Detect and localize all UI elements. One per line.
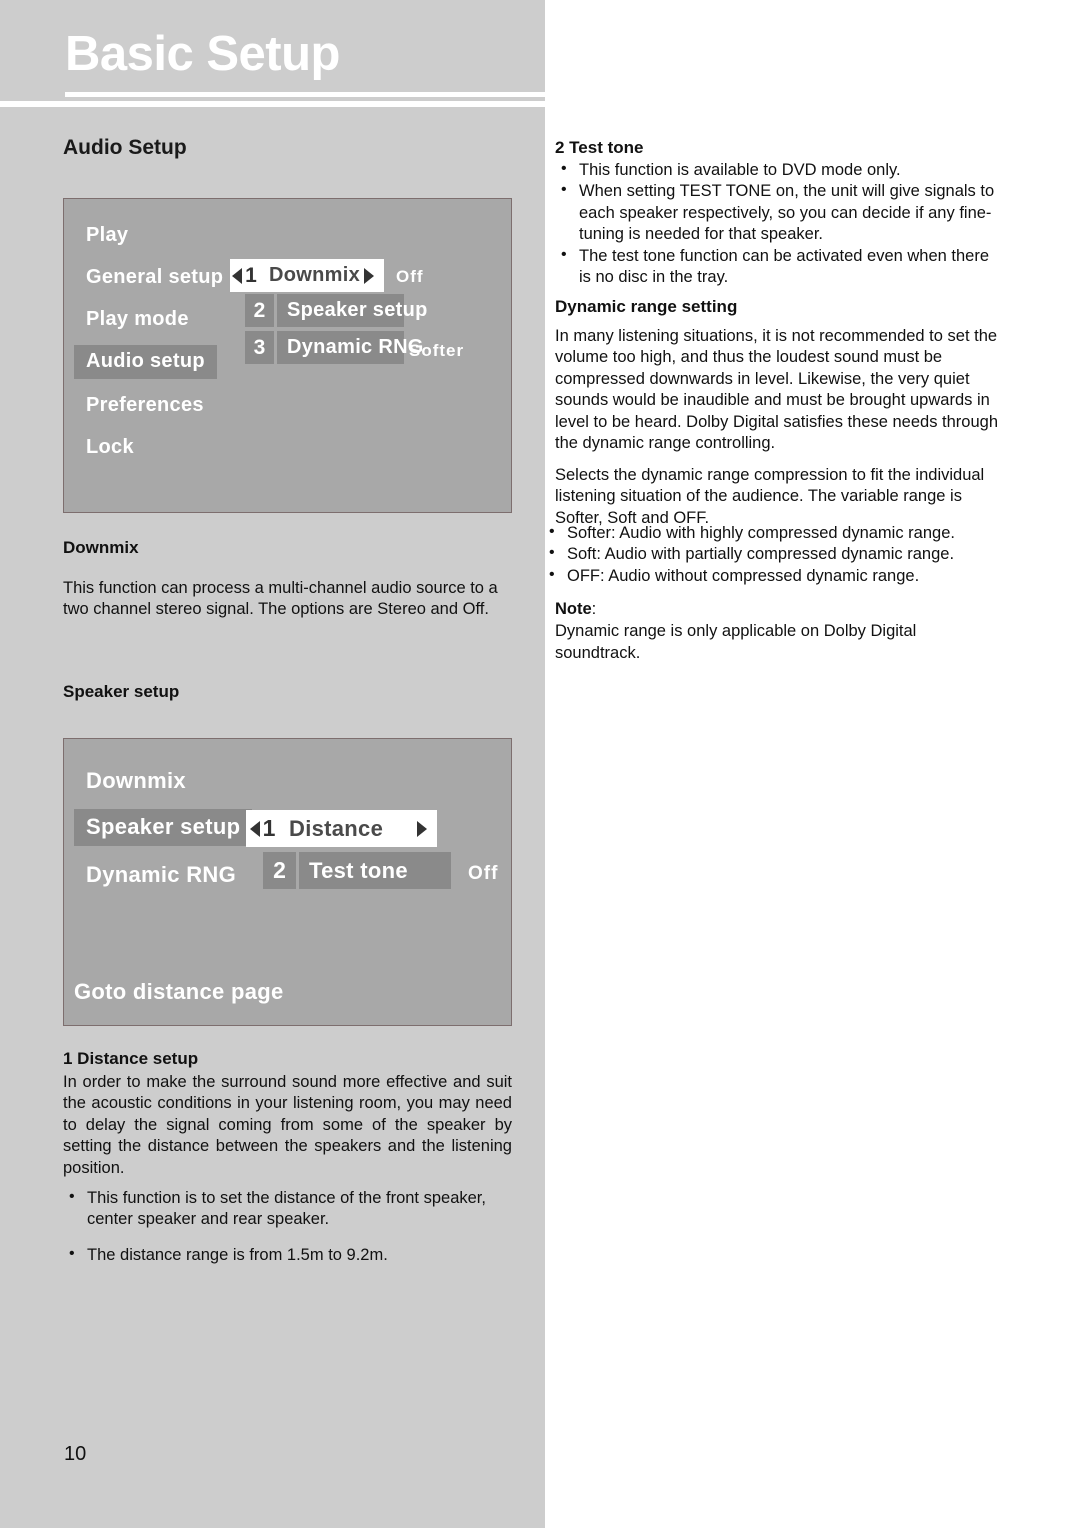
osd2-row2-number: 2: [263, 852, 296, 889]
osd1-row2-label: Speaker setup: [277, 294, 427, 327]
osd1-menu-preferences[interactable]: Preferences: [74, 389, 216, 423]
masthead-divider: [65, 92, 545, 97]
note-colon: :: [591, 600, 597, 618]
page-number: 10: [64, 1443, 87, 1465]
osd2-menu-speaker-setup[interactable]: Speaker setup: [74, 809, 253, 846]
osd2-row-distance[interactable]: 1 Distance: [246, 810, 437, 847]
paragraph-dynamic-range-1: In many listening situations, it is not …: [555, 327, 999, 453]
osd2-menu-downmix[interactable]: Downmix: [74, 763, 198, 800]
heading-distance-setup: 1 Distance setup: [63, 1049, 199, 1068]
paragraph-distance-setup: In order to make the surround sound more…: [63, 1073, 512, 1177]
osd2-row2-label: Test tone: [299, 852, 451, 889]
osd1-row1-label: Downmix: [269, 264, 360, 286]
left-arrow-icon[interactable]: [232, 267, 243, 284]
osd1-menu-lock[interactable]: Lock: [74, 431, 146, 465]
heading-downmix: Downmix: [63, 538, 139, 557]
heading-dynamic-range-setting: Dynamic range setting: [555, 297, 738, 316]
list-item: Soft: Audio with partially compressed dy…: [543, 543, 1013, 565]
left-arrow-icon[interactable]: [249, 820, 260, 837]
osd2-row2-value: Off: [468, 863, 499, 884]
osd2-row1-number: 1: [246, 810, 279, 847]
osd2-menu-dynamic-rng[interactable]: Dynamic RNG: [74, 857, 248, 894]
osd1-row3-label: Dynamic RNG: [277, 331, 423, 364]
list-item: The distance range is from 1.5m to 9.2m.: [63, 1244, 513, 1266]
page-title: Basic Setup: [65, 27, 340, 81]
osd1-row1-value: Off: [396, 267, 424, 286]
osd2-row1-label-cell: Distance: [279, 810, 437, 847]
note-label: Note: [555, 600, 592, 618]
right-arrow-icon[interactable]: [417, 820, 427, 837]
list-item: The test tone function can be activated …: [555, 245, 1005, 289]
list-item: This function is available to DVD mode o…: [555, 159, 1005, 181]
osd1-row1-label-cell: Downmix: [259, 259, 384, 292]
bullet-list-test-tone: This function is available to DVD mode o…: [555, 159, 1005, 289]
osd1-row3-value: Softer: [409, 341, 465, 360]
osd1-row2-number: 2: [245, 294, 274, 327]
osd1-row-dynamic-rng[interactable]: 3 Dynamic RNG: [245, 331, 423, 364]
osd1-menu-audio-setup[interactable]: Audio setup: [74, 345, 217, 379]
osd1-menu-general-setup[interactable]: General setup: [74, 261, 235, 295]
bullet-list-distance-setup: This function is to set the distance of …: [63, 1187, 513, 1280]
right-arrow-icon[interactable]: [364, 267, 374, 284]
note-block: Note: Dynamic range is only applicable o…: [555, 599, 1005, 664]
heading-test-tone: 2 Test tone: [555, 138, 644, 157]
osd2-row1-label: Distance: [289, 815, 384, 841]
heading-speaker-setup: Speaker setup: [63, 682, 180, 701]
osd1-row-downmix[interactable]: 1 Downmix: [230, 259, 384, 292]
note-text: Dynamic range is only applicable on Dolb…: [555, 622, 917, 662]
osd1-row-speaker-setup[interactable]: 2 Speaker setup: [245, 294, 427, 327]
osd-screen-speaker-setup: Downmix Speaker setup Dynamic RNG 1 Dist…: [63, 738, 512, 1026]
list-item: Softer: Audio with highly compressed dyn…: [543, 522, 1013, 544]
osd2-row-test-tone[interactable]: 2 Test tone: [263, 852, 451, 889]
list-item: OFF: Audio without compressed dynamic ra…: [543, 565, 1013, 587]
list-item: This function is to set the distance of …: [63, 1187, 513, 1231]
paragraph-dynamic-range-2: Selects the dynamic range compression to…: [555, 466, 985, 527]
osd1-menu-play[interactable]: Play: [74, 219, 140, 253]
osd-screen-audio-setup: Play General setup Play mode Audio setup…: [63, 198, 512, 513]
paragraph-downmix: This function can process a multi-channe…: [63, 579, 498, 619]
osd2-footer-goto-distance[interactable]: Goto distance page: [74, 979, 284, 1005]
osd1-menu-play-mode[interactable]: Play mode: [74, 303, 201, 337]
osd1-row1-number: 1: [230, 259, 259, 292]
bullet-list-dynamic-range: Softer: Audio with highly compressed dyn…: [543, 522, 1013, 587]
section-heading-audio-setup: Audio Setup: [63, 136, 187, 159]
osd1-row3-number: 3: [245, 331, 274, 364]
list-item: When setting TEST TONE on, the unit will…: [555, 180, 1005, 245]
